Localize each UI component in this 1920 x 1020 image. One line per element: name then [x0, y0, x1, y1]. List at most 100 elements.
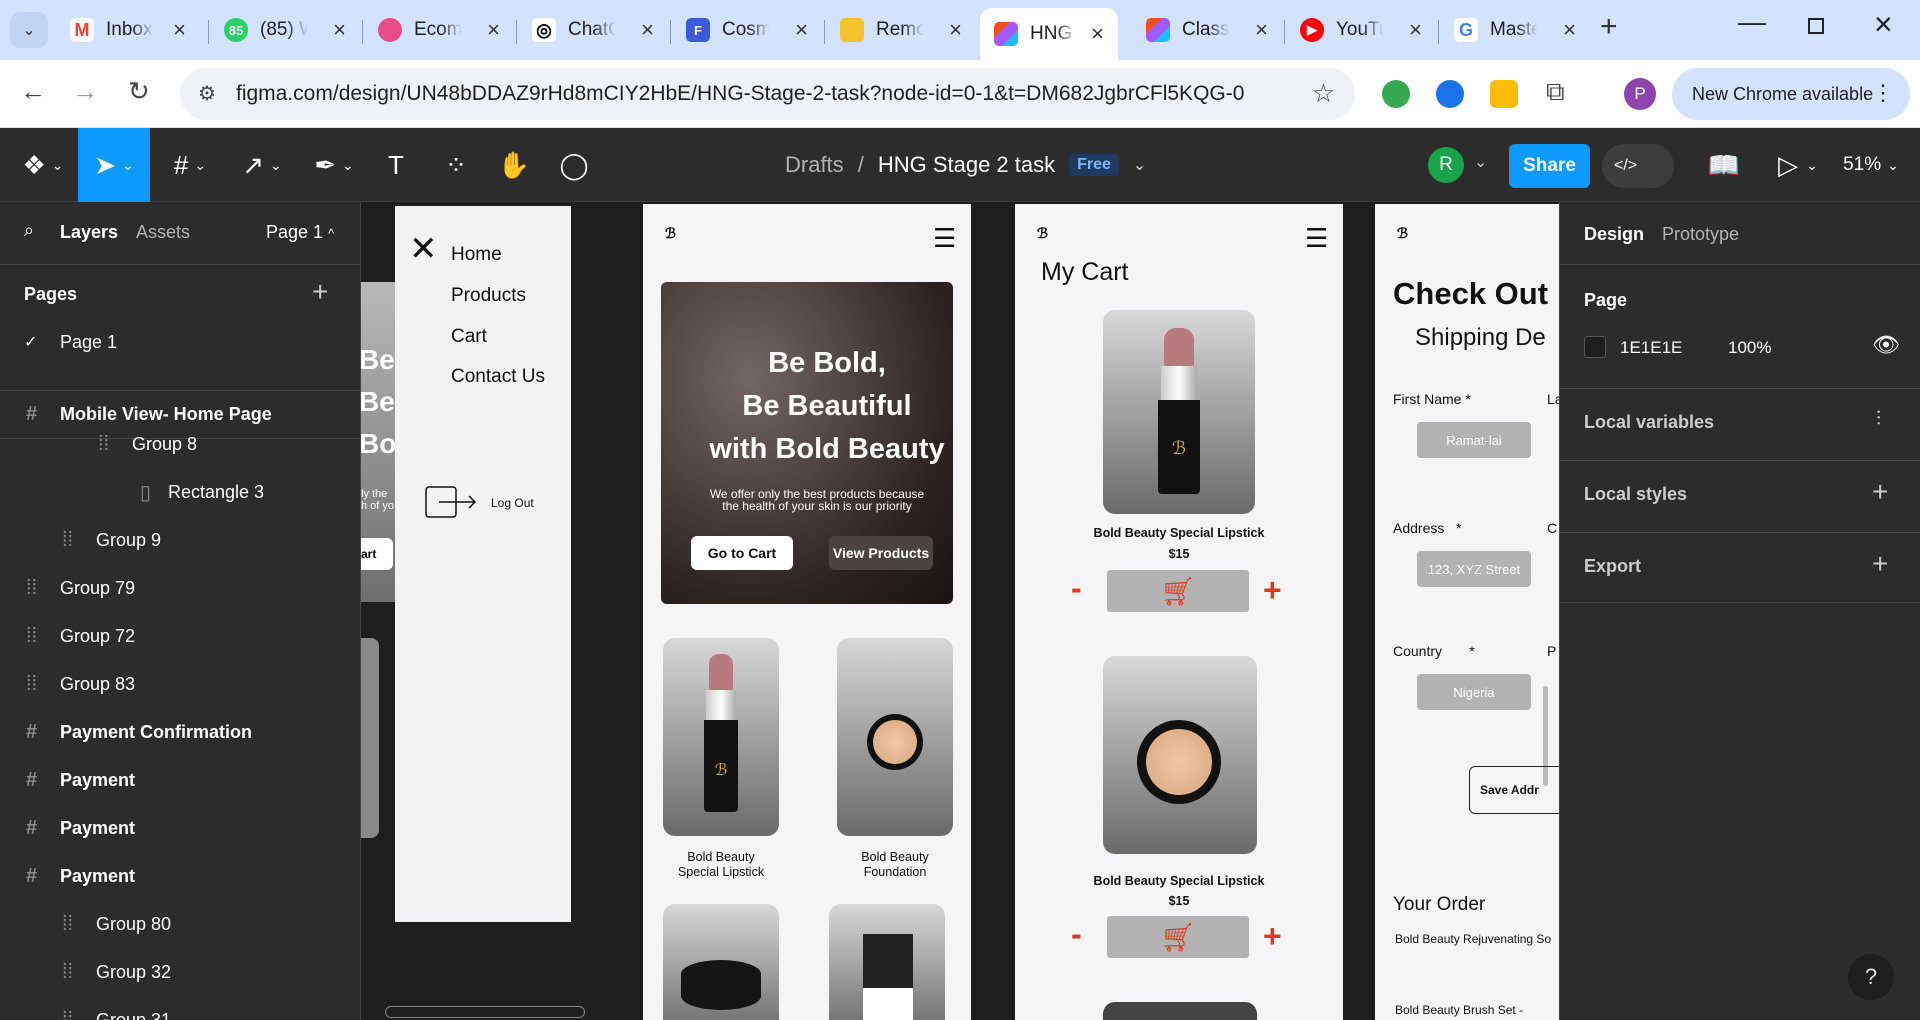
- close-tab-icon[interactable]: ×: [487, 17, 500, 43]
- browser-tab[interactable]: ◎ ChatG ×: [518, 8, 668, 52]
- url-bar[interactable]: ⚙ figma.com/design/UN48bDDAZ9rHd8mCIY2Hb…: [180, 68, 1355, 120]
- browser-tab-active[interactable]: HNG S×: [980, 8, 1118, 60]
- browser-tab[interactable]: M Inbox ×: [56, 8, 200, 52]
- add-style-icon[interactable]: +: [1872, 476, 1888, 508]
- menu-item-products[interactable]: Products: [451, 285, 526, 307]
- decrease-quantity-button[interactable]: -: [1071, 916, 1082, 953]
- layer-row[interactable]: ⁞⁞ Group 83: [0, 664, 360, 704]
- visibility-eye-icon[interactable]: 👁︎: [1872, 332, 1900, 358]
- chevron-down-icon[interactable]: ⌄: [1474, 152, 1487, 172]
- text-tool-icon[interactable]: T: [376, 128, 416, 202]
- logout-icon[interactable]: [425, 486, 477, 518]
- more-menu-icon[interactable]: ⋮: [1872, 80, 1894, 106]
- product-card-brushes[interactable]: [829, 904, 945, 1020]
- page-selector[interactable]: Page 1 ^: [266, 222, 334, 243]
- frame-tool-icon[interactable]: # ⌄: [160, 128, 220, 202]
- tab-search-button[interactable]: ⌄: [10, 12, 48, 48]
- menu-item-home[interactable]: Home: [451, 244, 502, 266]
- menu-item-contact[interactable]: Contact Us: [451, 366, 545, 388]
- hamburger-menu-icon[interactable]: ☰: [1305, 225, 1328, 251]
- layer-row[interactable]: # Payment: [0, 856, 360, 896]
- local-styles-row[interactable]: Local styles: [1584, 484, 1687, 505]
- close-tab-icon[interactable]: ×: [641, 17, 654, 43]
- logout-label[interactable]: Log Out: [491, 496, 534, 510]
- page-item[interactable]: ✓ Page 1: [0, 322, 360, 362]
- layer-row[interactable]: ⁞⁞ Group 72: [0, 616, 360, 656]
- browser-tab[interactable]: Classe×: [1132, 8, 1282, 52]
- help-button[interactable]: ?: [1848, 954, 1894, 1000]
- close-tab-icon[interactable]: ×: [1091, 21, 1104, 47]
- local-variables-row[interactable]: Local variables: [1584, 412, 1714, 433]
- frame-mobile-home[interactable]: ℬ ☰ Be Bold, Be Beautiful with Bold Beau…: [643, 204, 971, 1020]
- back-icon[interactable]: ←: [20, 76, 46, 107]
- reload-icon[interactable]: ↻: [128, 76, 150, 107]
- layer-row[interactable]: ⁞⁞ Group 79: [0, 568, 360, 608]
- view-products-button[interactable]: View Products: [829, 536, 933, 570]
- forward-icon[interactable]: →: [72, 76, 98, 107]
- variables-sliders-icon[interactable]: ⫶: [1876, 408, 1881, 431]
- add-to-cart-button[interactable]: 🛒︎: [1107, 916, 1249, 958]
- bookmark-star-icon[interactable]: ☆: [1312, 78, 1335, 109]
- chevron-down-icon[interactable]: ⌄: [1133, 155, 1146, 175]
- background-opacity-value[interactable]: 100%: [1728, 338, 1771, 358]
- background-hex-value[interactable]: 1E1E1E: [1620, 338, 1682, 358]
- add-to-cart-button[interactable]: 🛒︎: [1107, 570, 1249, 612]
- tab-layers[interactable]: Layers: [60, 222, 118, 243]
- decrease-quantity-button[interactable]: -: [1071, 570, 1082, 607]
- layer-row[interactable]: # Payment: [0, 760, 360, 800]
- close-window-icon[interactable]: ×: [1874, 6, 1893, 43]
- layer-row[interactable]: ⁞⁞ Group 31: [0, 1000, 360, 1020]
- close-tab-icon[interactable]: ×: [1255, 17, 1268, 43]
- extensions-puzzle-icon[interactable]: ⧉: [1546, 76, 1565, 108]
- extension-eye-icon[interactable]: [1436, 80, 1464, 108]
- background-color-swatch[interactable]: [1584, 336, 1606, 358]
- close-icon[interactable]: ✕: [409, 232, 438, 266]
- browser-tab[interactable]: Ecom ×: [364, 8, 514, 52]
- close-tab-icon[interactable]: ×: [795, 17, 808, 43]
- browser-tab[interactable]: G Maste ×: [1440, 8, 1590, 52]
- add-export-icon[interactable]: +: [1872, 548, 1888, 580]
- restore-window-icon[interactable]: [1808, 18, 1824, 34]
- frame-mobile-checkout[interactable]: ℬ Check Out Shipping De First Name * La …: [1375, 204, 1559, 1020]
- resources-tool-icon[interactable]: ⁘: [436, 128, 476, 202]
- partial-hero-button[interactable]: art: [361, 538, 393, 570]
- product-card-lipstick[interactable]: ℬ: [663, 638, 779, 836]
- zoom-level[interactable]: 51% ⌄: [1836, 128, 1906, 202]
- pen-tool-icon[interactable]: ✒ ⌄: [304, 128, 364, 202]
- browser-tab[interactable]: Remo ×: [826, 8, 976, 52]
- first-name-field[interactable]: Ramat-lai: [1417, 422, 1531, 458]
- browser-tab[interactable]: ▶YouTu×: [1286, 8, 1436, 52]
- close-tab-icon[interactable]: ×: [1563, 17, 1576, 43]
- hand-tool-icon[interactable]: ✋: [494, 128, 534, 202]
- tab-design[interactable]: Design: [1584, 224, 1644, 245]
- close-tab-icon[interactable]: ×: [1409, 17, 1422, 43]
- add-page-icon[interactable]: +: [312, 276, 328, 308]
- breadcrumb-drafts[interactable]: Drafts: [785, 152, 844, 178]
- close-tab-icon[interactable]: ×: [949, 17, 962, 43]
- layer-row[interactable]: # Payment Confirmation: [0, 712, 360, 752]
- product-card-cream[interactable]: [663, 904, 779, 1020]
- tab-assets[interactable]: Assets: [136, 222, 190, 243]
- library-book-icon[interactable]: 📖: [1702, 128, 1746, 202]
- frame-mobile-cart[interactable]: ℬ ☰ My Cart ℬ Bold Beauty Special Lipsti…: [1015, 204, 1343, 1020]
- layer-row[interactable]: ▯ Rectangle 3: [0, 472, 360, 512]
- layer-row[interactable]: ⁞⁞ Group 80: [0, 904, 360, 944]
- search-icon[interactable]: ⌕: [24, 220, 34, 241]
- export-row[interactable]: Export: [1584, 556, 1641, 577]
- increase-quantity-button[interactable]: +: [1263, 572, 1282, 609]
- layer-row[interactable]: # Payment: [0, 808, 360, 848]
- tab-prototype[interactable]: Prototype: [1662, 224, 1739, 245]
- extension-robot-icon[interactable]: [1382, 80, 1410, 108]
- file-name[interactable]: HNG Stage 2 task: [878, 152, 1055, 178]
- move-tool-icon[interactable]: ➤ ⌄: [78, 128, 150, 202]
- dev-mode-toggle[interactable]: </>: [1602, 144, 1674, 188]
- minimize-window-icon[interactable]: —: [1738, 6, 1766, 38]
- increase-quantity-button[interactable]: +: [1263, 918, 1282, 955]
- frame-mobile-menu[interactable]: ✕ Home Products Cart Contact Us Log Out: [395, 206, 571, 922]
- hamburger-menu-icon[interactable]: ☰: [933, 225, 956, 251]
- user-avatar[interactable]: R: [1428, 147, 1464, 183]
- country-field[interactable]: Nigeria: [1417, 674, 1531, 710]
- shape-tool-icon[interactable]: ↗ ⌄: [230, 128, 294, 202]
- comment-tool-icon[interactable]: ◯: [554, 128, 594, 202]
- horizontal-scrollbar[interactable]: [385, 1006, 585, 1018]
